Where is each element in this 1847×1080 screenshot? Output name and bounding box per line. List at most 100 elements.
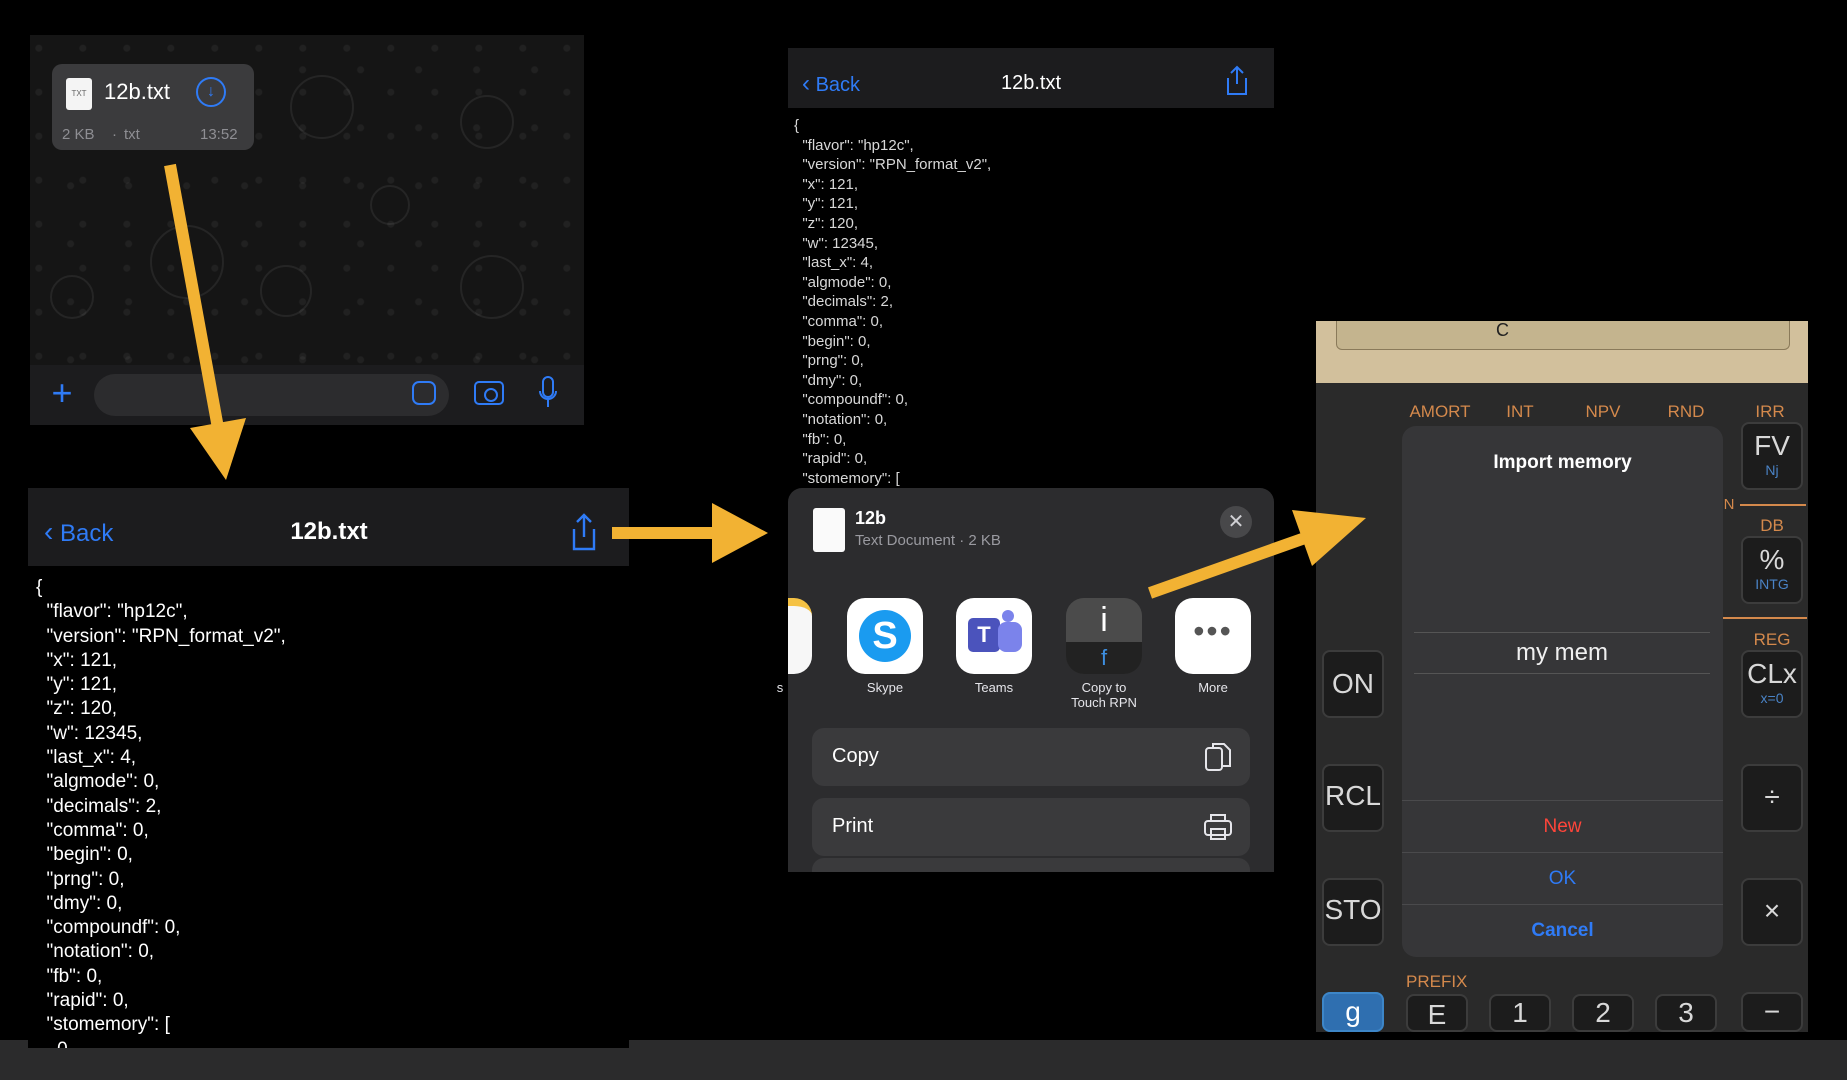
fv-key-sub: Nj — [1765, 462, 1779, 478]
fv-key[interactable]: FV Nj — [1741, 422, 1803, 490]
microphone-icon[interactable] — [538, 376, 558, 410]
sto-key[interactable]: STO — [1322, 878, 1384, 946]
viewer-title: 12b.txt — [290, 518, 368, 545]
memory-name-value: my mem — [1516, 639, 1608, 666]
file-line: "begin": 0, — [794, 332, 871, 350]
file-line: "stomemory": [ — [794, 469, 900, 487]
meta-separator: · — [112, 126, 117, 143]
next-action-partial — [812, 858, 1250, 872]
txt-file-icon: TXT — [66, 78, 92, 110]
new-button[interactable]: New — [1402, 800, 1723, 853]
label-int: INT — [1506, 402, 1534, 421]
file-line: "z": 120, — [36, 698, 118, 720]
divide-key[interactable]: ÷ — [1741, 764, 1803, 832]
label-rnd: RND — [1667, 402, 1705, 421]
minus-key[interactable]: − — [1741, 992, 1803, 1032]
back-button[interactable]: ‹ Back — [44, 516, 113, 548]
file-line: "w": 12345, — [36, 722, 143, 744]
share-icon[interactable] — [568, 512, 600, 552]
percent-key[interactable]: % INTG — [1741, 536, 1803, 604]
lcd-text: C — [1496, 320, 1509, 340]
file-line: "version": "RPN_format_v2", — [794, 156, 992, 174]
touch-rpn-icon[interactable]: i f — [1066, 598, 1142, 674]
on-key[interactable]: ON — [1322, 650, 1384, 718]
clx-key-label: CLx — [1747, 658, 1797, 689]
g-key[interactable]: g — [1322, 992, 1384, 1032]
chevron-left-icon: ‹ — [44, 516, 54, 547]
back-button-small[interactable]: ‹ Back — [802, 70, 860, 98]
file-line: "rapid": 0, — [36, 990, 129, 1012]
file-line: "stomemory": [ — [36, 1014, 170, 1036]
notes-icon[interactable] — [788, 598, 812, 674]
file-line: "x": 121, — [36, 649, 118, 671]
file-line: "flavor": "hp12c", — [36, 601, 188, 623]
bracket-line — [1740, 504, 1806, 506]
file-line: "compoundf": 0, — [794, 391, 909, 409]
file-line: "y": 121, — [36, 674, 118, 696]
one-key[interactable]: 1 — [1489, 994, 1551, 1032]
file-content-large: { "flavor": "hp12c", "version": "RPN_for… — [28, 566, 629, 1048]
file-line: "begin": 0, — [36, 844, 133, 866]
file-size: 2 KB — [62, 126, 95, 143]
clx-key-sub: x=0 — [1760, 690, 1784, 706]
app-label-touch-rpn: Copy to Touch RPN — [1071, 680, 1137, 710]
file-line: "dmy": 0, — [794, 371, 863, 389]
download-icon[interactable]: ↓ — [196, 77, 226, 107]
app-label-teams: Teams — [974, 680, 1014, 695]
arrow-down-head — [190, 418, 246, 480]
file-line: "decimals": 2, — [36, 795, 162, 817]
e-key[interactable]: E — [1406, 994, 1468, 1032]
copy-icon — [1205, 743, 1231, 771]
label-amort: AMORT — [1409, 402, 1471, 421]
file-line: "y": 121, — [794, 195, 859, 213]
file-ext: txt — [124, 126, 140, 143]
rcl-key[interactable]: RCL — [1322, 764, 1384, 832]
file-line: { — [794, 117, 800, 134]
clx-key[interactable]: CLx x=0 — [1741, 650, 1803, 718]
file-line: "fb": 0, — [36, 965, 103, 987]
print-icon — [1204, 814, 1232, 840]
fv-key-label: FV — [1754, 430, 1790, 461]
file-line: "prng": 0, — [794, 352, 864, 370]
file-line: "prng": 0, — [36, 868, 125, 890]
file-line: "last_x": 4, — [36, 747, 137, 769]
dialog-title: Import memory — [1493, 452, 1632, 473]
camera-icon[interactable] — [474, 381, 504, 405]
label-db: DB — [1760, 516, 1784, 535]
file-line: "z": 120, — [794, 214, 859, 232]
two-key[interactable]: 2 — [1572, 994, 1634, 1032]
memory-name-input[interactable]: my mem — [1414, 632, 1710, 674]
multiply-key[interactable]: × — [1741, 878, 1803, 946]
more-icon[interactable]: ••• — [1175, 598, 1251, 674]
percent-key-label: % — [1759, 544, 1785, 575]
close-icon[interactable]: ✕ — [1220, 506, 1252, 538]
message-input[interactable] — [94, 374, 449, 416]
teams-icon[interactable]: T — [956, 598, 1032, 674]
skype-icon[interactable]: S — [847, 598, 923, 674]
plus-icon[interactable]: + — [46, 375, 78, 411]
percent-key-sub: INTG — [1755, 576, 1789, 592]
message-time: 13:52 — [200, 126, 238, 143]
three-key[interactable]: 3 — [1655, 994, 1717, 1032]
share-doc-name: 12b — [855, 508, 887, 528]
ok-button[interactable]: OK — [1402, 852, 1723, 905]
file-line: "algmode": 0, — [36, 771, 160, 793]
arrow-right-head — [712, 503, 768, 563]
print-label: Print — [832, 815, 874, 837]
file-content-small: { "flavor": "hp12c", "version": "RPN_for… — [788, 108, 1274, 488]
calculator-display — [1336, 321, 1790, 350]
file-text: { "flavor": "hp12c", "version": "RPN_for… — [788, 108, 1274, 488]
file-line: "dmy": 0, — [36, 892, 123, 914]
chevron-left-icon: ‹ — [802, 70, 810, 97]
file-line: "w": 12345, — [794, 234, 879, 252]
cancel-button[interactable]: Cancel — [1402, 904, 1723, 957]
print-action[interactable] — [812, 798, 1250, 856]
sticker-icon[interactable] — [412, 381, 436, 405]
file-line: "compoundf": 0, — [36, 917, 181, 939]
file-line: "comma": 0, — [36, 819, 149, 841]
file-line: "decimals": 2, — [794, 293, 894, 311]
file-line: "x": 121, — [794, 175, 859, 193]
label-reg: REG — [1753, 630, 1791, 649]
viewer-title-small: 12b.txt — [1000, 72, 1062, 94]
share-icon[interactable] — [1224, 65, 1250, 97]
